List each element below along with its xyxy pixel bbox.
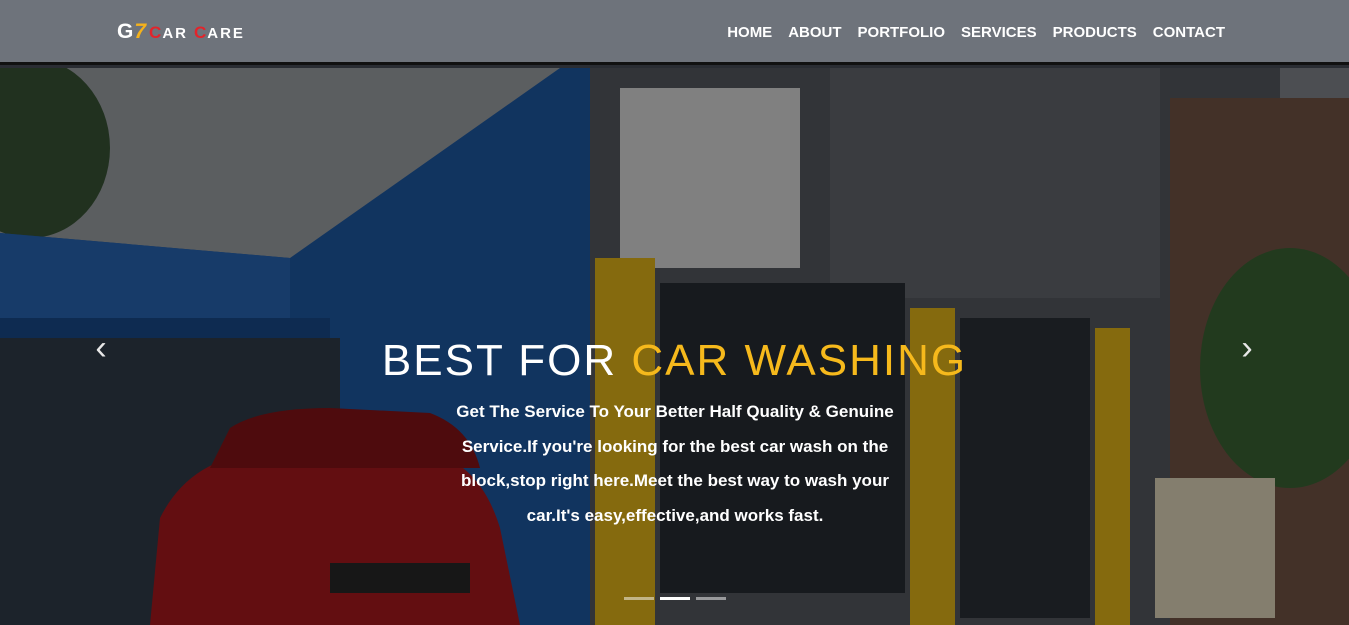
nav-home[interactable]: HOME bbox=[727, 24, 772, 41]
brand-number-7: 7 bbox=[134, 20, 148, 43]
hero-carousel: BEST FOR CAR WASHING Get The Service To … bbox=[0, 68, 1349, 625]
brand-care-initial: C bbox=[193, 23, 208, 42]
nav-about[interactable]: ABOUT bbox=[788, 24, 841, 41]
hero-headline-white: BEST FOR bbox=[381, 336, 618, 385]
carousel-indicator-1[interactable] bbox=[624, 597, 654, 600]
top-navbar: G7 CAR CARE HOME ABOUT PORTFOLIO SERVICES … bbox=[0, 0, 1349, 65]
brand-letter-g: G bbox=[117, 20, 135, 43]
carousel-indicators bbox=[624, 597, 726, 600]
main-nav: HOME ABOUT PORTFOLIO SERVICES PRODUCTS C… bbox=[727, 24, 1225, 41]
hero-headline-accent: CAR WASHING bbox=[631, 336, 968, 385]
carousel-prev-arrow-icon[interactable]: ‹ bbox=[86, 330, 116, 366]
carousel-indicator-3[interactable] bbox=[696, 597, 726, 600]
brand-logo[interactable]: G7 CAR CARE bbox=[117, 20, 251, 50]
nav-products[interactable]: PRODUCTS bbox=[1053, 24, 1137, 41]
carousel-next-arrow-icon[interactable]: › bbox=[1232, 330, 1262, 366]
nav-services[interactable]: SERVICES bbox=[961, 24, 1037, 41]
nav-portfolio[interactable]: PORTFOLIO bbox=[858, 24, 946, 41]
brand-car-rest: AR bbox=[162, 25, 188, 42]
brand-care-rest: ARE bbox=[207, 25, 245, 42]
hero-headline: BEST FOR CAR WASHING bbox=[0, 336, 1349, 386]
hero-description: Get The Service To Your Better Half Qual… bbox=[456, 402, 894, 525]
carousel-indicator-2[interactable] bbox=[660, 597, 690, 600]
nav-contact[interactable]: CONTACT bbox=[1153, 24, 1225, 41]
brand-car-initial: C bbox=[149, 23, 163, 42]
